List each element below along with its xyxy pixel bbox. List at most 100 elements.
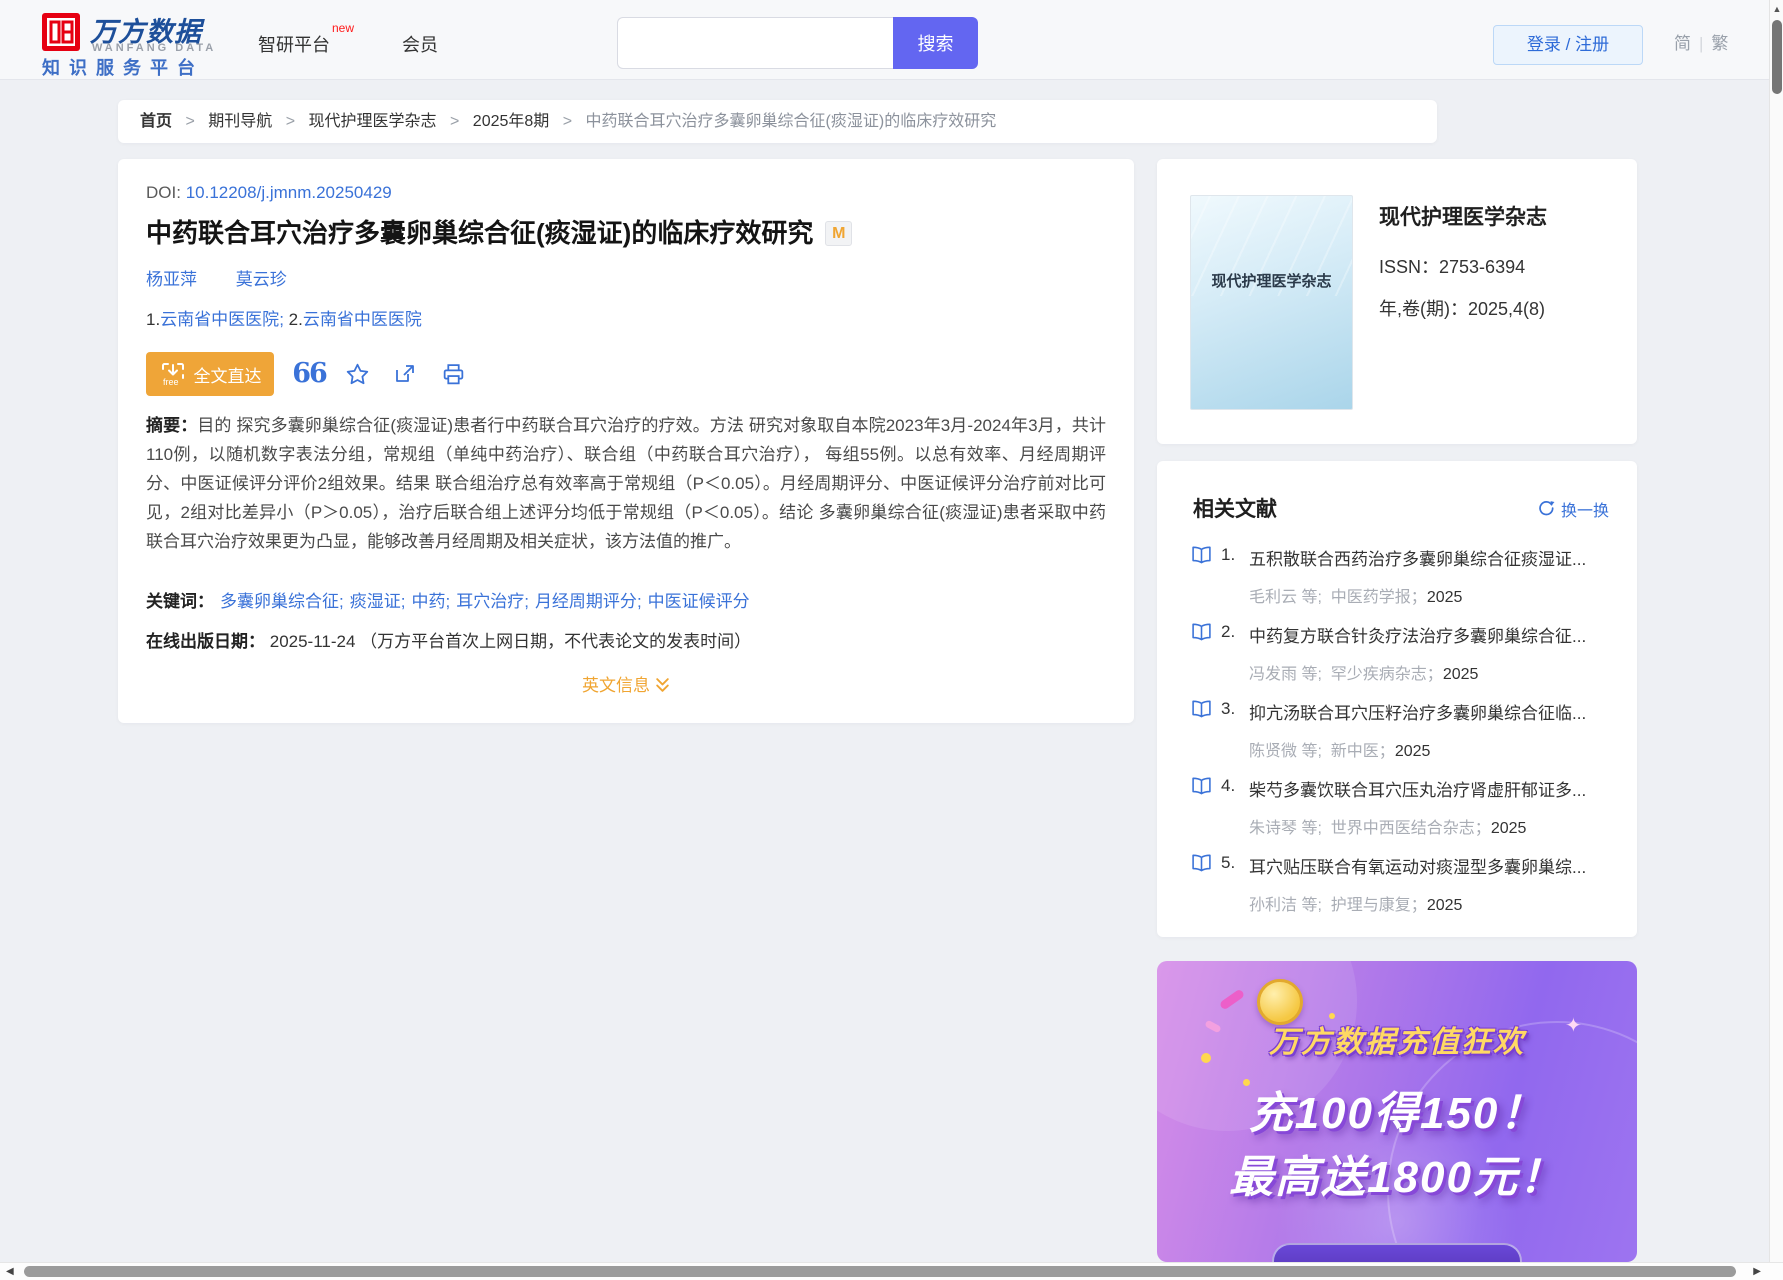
scroll-right-arrow[interactable]: ▶ xyxy=(1753,1266,1761,1277)
lang-divider: | xyxy=(1699,34,1704,53)
scroll-up-arrow[interactable]: ▲ xyxy=(1770,4,1783,14)
related-item-title[interactable]: 中药复方联合针灸疗法治疗多囊卵巢综合征... xyxy=(1249,622,1621,647)
pubdate-label: 在线出版日期： xyxy=(146,632,265,651)
cite-button[interactable]: 66 xyxy=(292,360,328,387)
banner-title: 万方数据充值狂欢 xyxy=(1269,1026,1525,1059)
doi-link[interactable]: 10.12208/j.jmnm.20250429 xyxy=(186,183,392,202)
keyword-link[interactable]: 中药 xyxy=(411,592,445,611)
related-item-title[interactable]: 耳穴贴压联合有氧运动对痰湿型多囊卵巢综... xyxy=(1249,853,1621,878)
lang-simplified[interactable]: 简 xyxy=(1674,34,1691,53)
volume-value: 2025,4(8) xyxy=(1468,299,1546,319)
related-item: 2. 中药复方联合针灸疗法治疗多囊卵巢综合征... 冯发雨 等; 罕少疾病杂志；… xyxy=(1157,621,1637,698)
wanfang-logo-icon[interactable] xyxy=(42,13,80,51)
breadcrumb-journal-nav[interactable]: 期刊导航 xyxy=(208,113,272,130)
related-item-title[interactable]: 五积散联合西药治疗多囊卵巢综合征痰湿证... xyxy=(1249,545,1621,570)
related-item-title[interactable]: 抑亢汤联合耳穴压籽治疗多囊卵巢综合征临... xyxy=(1249,699,1621,724)
keyword-link[interactable]: 多囊卵巢综合征 xyxy=(220,592,339,611)
keyword-separator: ; xyxy=(524,592,529,611)
pubdate-note: （万方平台首次上网日期，不代表论文的发表时间） xyxy=(360,632,752,651)
action-toolbar: free 全文直达 66 xyxy=(146,351,466,397)
breadcrumb-journal[interactable]: 现代护理医学杂志 xyxy=(309,113,437,130)
keyword-link[interactable]: 痰湿证 xyxy=(350,592,401,611)
related-item-meta: 毛利云 等; 中医药学报；2025 xyxy=(1249,589,1463,606)
printer-icon xyxy=(443,363,463,384)
login-register-button[interactable]: 登录 / 注册 xyxy=(1493,25,1643,65)
english-info-toggle[interactable]: 英文信息 xyxy=(118,671,1134,696)
banner-offer-line2: 最高送1800元！ xyxy=(1229,1153,1565,1202)
author-link[interactable]: 杨亚萍 xyxy=(146,270,197,289)
banner-cta-button[interactable] xyxy=(1272,1243,1522,1262)
keyword-link[interactable]: 月经周期评分 xyxy=(535,592,637,611)
search-button[interactable]: 搜索 xyxy=(893,17,978,69)
book-icon xyxy=(1192,700,1211,718)
nav-item-zhiyan[interactable]: 智研平台 xyxy=(258,31,330,57)
vertical-scroll-thumb[interactable] xyxy=(1772,20,1782,94)
journal-volume-row: 年,卷(期)：2025,4(8) xyxy=(1379,295,1545,321)
refresh-related-button[interactable]: 换一换 xyxy=(1537,497,1609,521)
scroll-left-arrow[interactable]: ◀ xyxy=(6,1266,14,1277)
breadcrumb-current: 中药联合耳穴治疗多囊卵巢综合征(痰湿证)的临床疗效研究 xyxy=(585,113,997,130)
promo-banner[interactable]: ✦ 万方数据充值狂欢 充100得150！ 最高送1800元！ xyxy=(1157,961,1637,1262)
affiliation-separator: ; xyxy=(279,310,284,329)
affiliations-row: 1.云南省中医医院; 2.云南省中医医院 xyxy=(146,305,422,330)
lang-traditional[interactable]: 繁 xyxy=(1711,34,1728,53)
article-card: DOI: 10.12208/j.jmnm.20250429 中药联合耳穴治疗多囊… xyxy=(118,159,1134,723)
brand-tagline: 知识服务平台 xyxy=(42,58,204,78)
quote-icon: 66 xyxy=(292,358,328,389)
doi-label: DOI: xyxy=(146,183,181,202)
related-item-num: 3. xyxy=(1221,699,1236,718)
breadcrumb-separator: > xyxy=(285,113,296,130)
keyword-separator: ; xyxy=(636,592,642,611)
abstract: 摘要：目的 探究多囊卵巢综合征(痰湿证)患者行中药联合耳穴治疗的疗效。方法 研究… xyxy=(146,411,1106,556)
english-info-label: 英文信息 xyxy=(582,676,650,695)
keywords-label: 关键词： xyxy=(146,592,214,611)
affiliation-link[interactable]: 云南省中医医院 xyxy=(160,310,279,329)
share-button[interactable] xyxy=(392,361,418,387)
issn-value: 2753-6394 xyxy=(1439,257,1526,277)
search-input[interactable] xyxy=(617,17,893,69)
nav-item-member[interactable]: 会员 xyxy=(402,31,438,57)
related-item-meta: 冯发雨 等; 罕少疾病杂志；2025 xyxy=(1249,666,1479,683)
svg-text:free: free xyxy=(163,377,179,387)
book-icon xyxy=(1192,777,1211,795)
related-item-num: 1. xyxy=(1221,545,1236,564)
keyword-separator: ; xyxy=(339,592,344,611)
keyword-link[interactable]: 耳穴治疗 xyxy=(456,592,524,611)
horizontal-scrollbar[interactable]: ◀ ▶ xyxy=(0,1262,1783,1280)
page: 万方数据 WANFANG DATA 知识服务平台 智研平台 new 会员 搜索 … xyxy=(0,0,1783,1280)
breadcrumb-separator: > xyxy=(185,113,195,130)
author-link[interactable]: 莫云珍 xyxy=(236,270,287,289)
related-item-meta: 孙利洁 等; 护理与康复；2025 xyxy=(1249,897,1463,914)
related-item-meta: 陈贤微 等; 新中医；2025 xyxy=(1249,743,1431,760)
abstract-text: 目的 探究多囊卵巢综合征(痰湿证)患者行中药联合耳穴治疗的疗效。方法 研究对象取… xyxy=(146,416,1106,551)
journal-name[interactable]: 现代护理医学杂志 xyxy=(1379,201,1547,231)
print-button[interactable] xyxy=(440,361,466,387)
breadcrumb-home[interactable]: 首页 xyxy=(140,113,172,130)
keyword-separator: ; xyxy=(445,592,451,611)
related-item: 5. 耳穴贴压联合有氧运动对痰湿型多囊卵巢综... 孙利洁 等; 护理与康复；2… xyxy=(1157,852,1637,929)
vertical-scrollbar[interactable]: ▲ xyxy=(1769,0,1783,1280)
language-switch: 简 | 繁 xyxy=(1674,29,1728,54)
book-icon xyxy=(1192,854,1211,872)
related-item-num: 5. xyxy=(1221,853,1236,872)
volume-label: 年,卷(期)： xyxy=(1379,299,1468,319)
related-item-num: 4. xyxy=(1221,776,1236,795)
affiliation-link[interactable]: 云南省中医医院 xyxy=(303,310,422,329)
journal-cover[interactable]: 现代护理医学杂志 xyxy=(1190,195,1353,410)
brand-name-en: WANFANG DATA xyxy=(92,42,217,54)
book-icon xyxy=(1192,546,1211,564)
related-title: 相关文献 xyxy=(1193,498,1277,521)
keyword-link[interactable]: 中医证候评分 xyxy=(648,592,750,611)
breadcrumb-issue[interactable]: 2025年8期 xyxy=(473,113,550,130)
favorite-button[interactable] xyxy=(344,361,370,387)
related-articles-card: 相关文献 换一换 1. 五积散联合西药治疗多囊卵巢综合征痰湿证... 毛利云 等… xyxy=(1157,461,1637,937)
horizontal-scroll-thumb[interactable] xyxy=(24,1266,1736,1277)
journal-card: 现代护理医学杂志 现代护理医学杂志 ISSN：2753-6394 年,卷(期)：… xyxy=(1157,159,1637,444)
related-item-title[interactable]: 柴芍多囊饮联合耳穴压丸治疗肾虚肝郁证多... xyxy=(1249,776,1621,801)
fulltext-button[interactable]: free 全文直达 xyxy=(146,352,274,396)
medline-badge: M xyxy=(825,221,853,246)
pubdate-value: 2025-11-24 xyxy=(269,632,356,651)
breadcrumb: 首页 > 期刊导航 > 现代护理医学杂志 > 2025年8期 > 中药联合耳穴治… xyxy=(118,100,1437,143)
new-badge: new xyxy=(332,21,355,35)
keyword-separator: ; xyxy=(400,592,406,611)
